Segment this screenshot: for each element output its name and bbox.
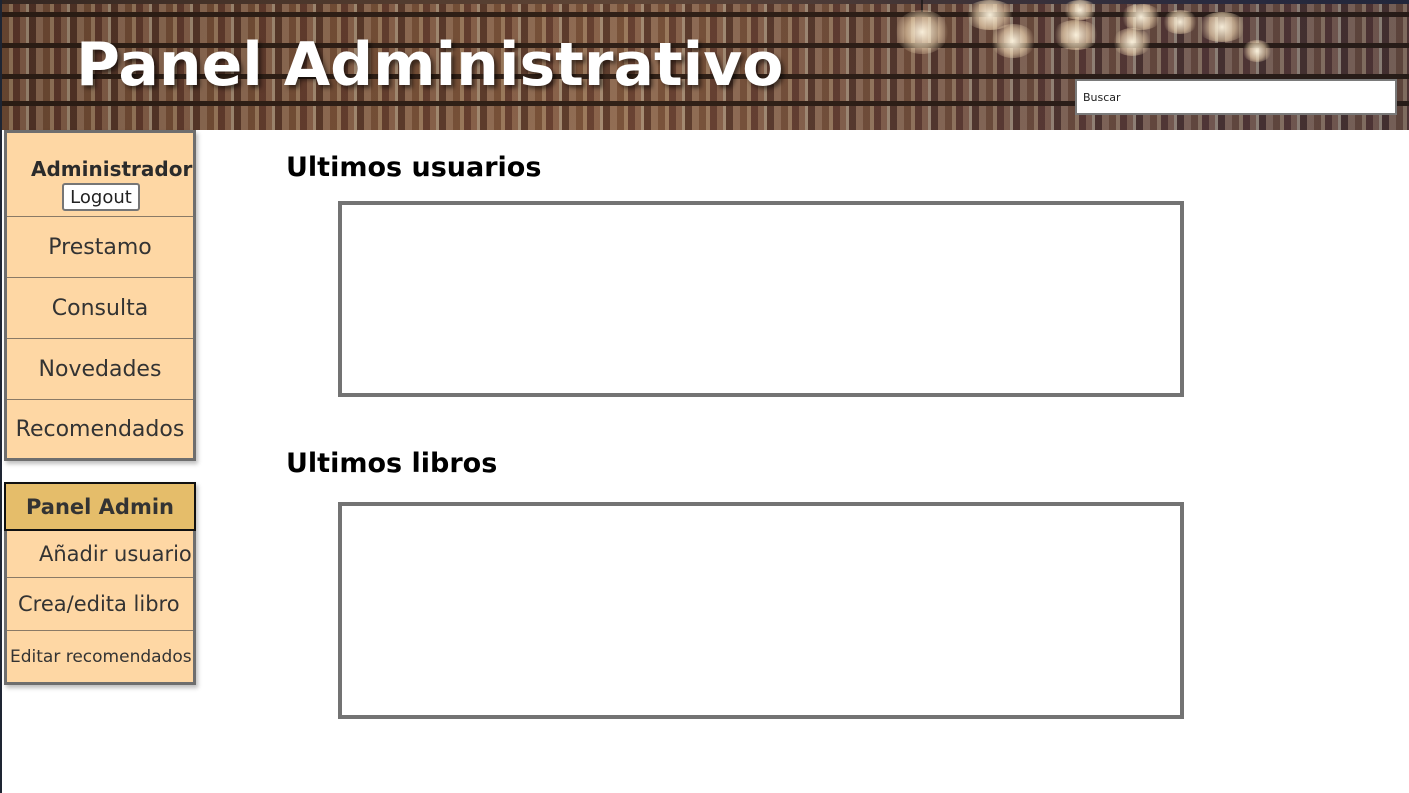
lamp-light [895,10,949,54]
latest-books-panel [338,502,1184,719]
section-title-users: Ultimos usuarios [286,152,542,183]
sidebar-nav: Administrador Logout Prestamo Consulta N… [4,130,196,461]
lamp-light [1242,40,1272,62]
admin-item-edit-recommended[interactable]: Editar recomendados [7,631,193,682]
lamp-light [1162,10,1198,34]
sidebar-item-recomendados[interactable]: Recomendados [7,400,193,458]
user-block: Administrador Logout [7,133,193,217]
page-title: Panel Administrativo [76,30,784,100]
lamp-light [990,24,1036,58]
lamp-light [1112,28,1152,56]
lamp-light [1052,20,1100,50]
sidebar-item-novedades[interactable]: Novedades [7,339,193,400]
lamp-light [1062,0,1098,20]
logout-button[interactable]: Logout [62,183,140,211]
admin-item-add-user[interactable]: Añadir usuario [7,531,193,578]
search-input[interactable] [1075,79,1397,115]
admin-menu-title: Panel Admin [4,482,196,531]
banner-bookshelf [2,4,1409,12]
sidebar-item-consulta[interactable]: Consulta [7,278,193,339]
admin-page: Panel Administrativo Administrador Logou… [0,0,1409,793]
latest-users-panel [338,201,1184,397]
lamp-light [1197,12,1247,42]
header-banner: Panel Administrativo [2,0,1409,130]
admin-menu: Panel Admin Añadir usuario Crea/edita li… [4,482,196,685]
sidebar-item-prestamo[interactable]: Prestamo [7,217,193,278]
section-title-books: Ultimos libros [286,448,498,479]
user-name: Administrador [31,157,193,181]
admin-item-edit-book[interactable]: Crea/edita libro [7,578,193,631]
lamp-light [1120,4,1162,30]
